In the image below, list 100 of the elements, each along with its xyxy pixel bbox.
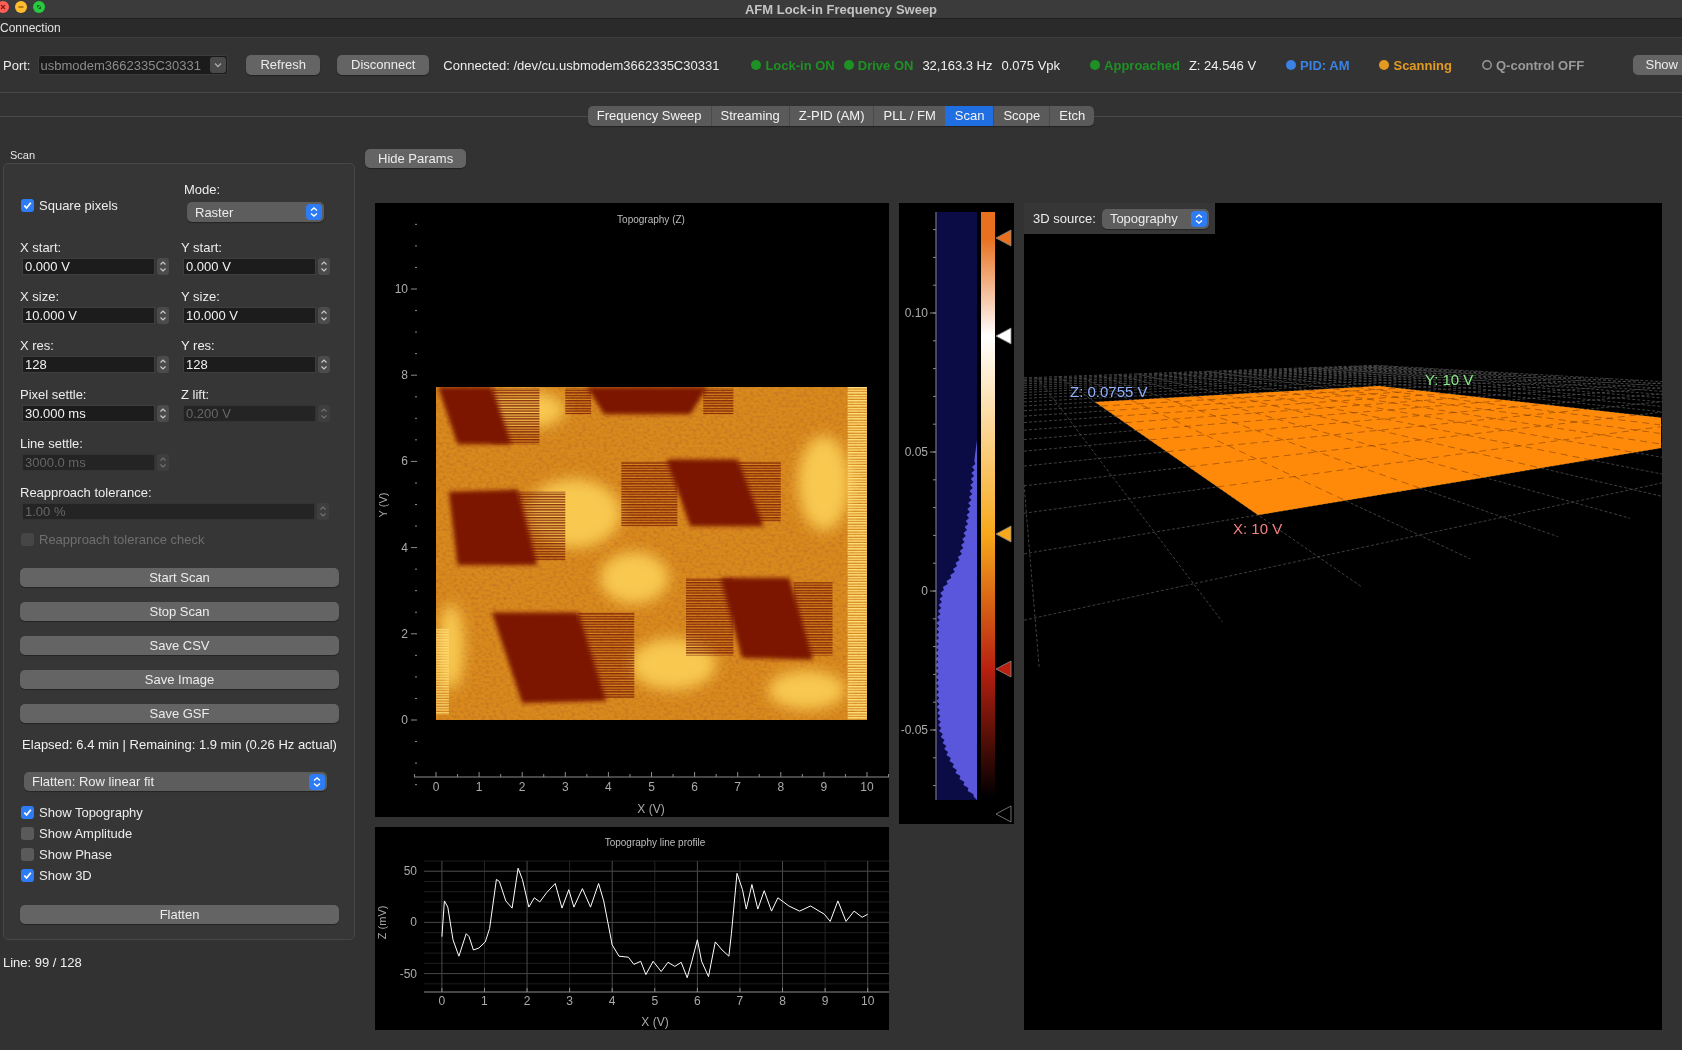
number-field[interactable]: 0.000 V	[183, 258, 316, 275]
axis-title: X (V)	[641, 1015, 669, 1029]
axis-tick-label: 0	[401, 713, 408, 727]
mode-dropdown[interactable]: Raster	[187, 202, 324, 222]
flatten-button[interactable]: Flatten	[20, 905, 339, 924]
spinner-arrows-icon[interactable]	[157, 258, 169, 275]
scan-streak	[703, 388, 734, 415]
axis-label: Y: 10 V	[1425, 371, 1474, 388]
checkbox-label: Show Phase	[39, 847, 112, 862]
status-label: PID: AM	[1300, 57, 1350, 73]
status-label: Approached	[1104, 57, 1180, 73]
checkmark-icon	[23, 871, 32, 880]
status-label: Q-control OFF	[1496, 57, 1585, 73]
axis-label: X: 10 V	[1233, 520, 1283, 537]
axis-tick-label: 6	[694, 994, 701, 1008]
spinner-arrows-icon[interactable]	[318, 356, 330, 373]
gradient-handle-icon[interactable]	[995, 805, 1012, 823]
axis-tick-label: 7	[736, 994, 744, 1008]
field-label: X res:	[20, 338, 54, 353]
close-icon[interactable]	[0, 1, 9, 13]
tab[interactable]: Scan	[944, 106, 994, 126]
tab[interactable]: Streaming	[710, 106, 789, 126]
bright-region	[599, 552, 669, 604]
field-label: Pixel settle:	[20, 387, 87, 402]
action-button[interactable]: Save Image	[20, 670, 339, 689]
axis-tick-label: 0	[438, 994, 446, 1008]
axis-tick-label: 0	[432, 780, 440, 794]
checkbox[interactable]	[21, 827, 34, 840]
action-button[interactable]: Save GSF	[20, 704, 339, 723]
checkbox[interactable]	[21, 806, 34, 819]
checkbox[interactable]	[21, 848, 34, 861]
axis-tick-label: 2	[401, 626, 408, 641]
show-button[interactable]: Show	[1633, 55, 1682, 75]
number-field[interactable]: 128	[183, 356, 316, 373]
spinner-arrows-icon[interactable]	[157, 405, 169, 422]
source-dropdown[interactable]: Topography	[1101, 208, 1209, 229]
chart-title: Topography line profile	[604, 837, 706, 848]
axis-title: X (V)	[637, 802, 665, 816]
axis-tick-label: 0.10	[904, 306, 928, 320]
checkbox[interactable]	[21, 869, 34, 882]
status-reading: 0.075 Vpk	[1001, 57, 1061, 73]
field-label: Y start:	[181, 240, 222, 255]
chevron-down-icon	[210, 57, 227, 73]
axis-tick-label: 0	[921, 584, 928, 598]
field-label: Port:	[3, 57, 31, 73]
checkbox-label: Square pixels	[39, 198, 118, 213]
checkbox-label: Show Amplitude	[39, 826, 133, 841]
connection-status: Connected: /dev/cu.usbmodem3662335C30331	[443, 57, 720, 73]
status-reading: 32,163.3 Hz	[922, 57, 993, 73]
axis-tick-label: 8	[401, 368, 408, 383]
action-button[interactable]: Stop Scan	[20, 602, 339, 621]
status-label: Scanning	[1393, 57, 1452, 73]
axis-tick-label: 0	[410, 915, 417, 930]
field-label: Y size:	[181, 289, 220, 304]
spinner-arrows-icon[interactable]	[318, 258, 330, 275]
zoom-icon[interactable]	[33, 1, 45, 13]
axis-tick-label: 0.05	[904, 445, 928, 459]
toolbar-button[interactable]: Refresh	[246, 55, 320, 75]
axis-tick-label: 8	[779, 994, 786, 1008]
checkbox[interactable]	[21, 199, 34, 212]
number-field[interactable]: 10.000 V	[183, 307, 316, 324]
axis-tick-label: 6	[691, 780, 698, 794]
action-button[interactable]: Save CSV	[20, 636, 339, 655]
axis-tick-label: 10	[860, 780, 874, 794]
spinner-arrows-icon[interactable]	[157, 307, 169, 324]
stepper-icon	[306, 204, 322, 220]
axis-tick-label: 8	[777, 780, 785, 794]
scan-streak	[621, 461, 678, 527]
checkmark-icon	[23, 808, 32, 817]
tab[interactable]: Frequency Sweep	[587, 106, 711, 126]
hide-params-button[interactable]: Hide Params	[365, 149, 467, 168]
tab[interactable]: Scope	[993, 106, 1050, 126]
minimize-icon[interactable]	[15, 1, 27, 13]
stepper-icon	[1190, 210, 1207, 227]
axis-tick-label: 4	[401, 540, 408, 555]
spinner-arrows-icon[interactable]	[157, 356, 169, 373]
axis-tick-label: 10	[394, 282, 408, 296]
flatten-dropdown[interactable]: Flatten: Row linear fit	[24, 772, 327, 791]
status-label: Lock-in ON	[765, 57, 835, 73]
toolbar-button[interactable]: Disconnect	[337, 55, 430, 75]
axis-tick-label: 1	[475, 780, 483, 794]
action-button[interactable]: Start Scan	[20, 568, 339, 587]
axis-label: Z: 0.0755 V	[1070, 383, 1148, 400]
tab[interactable]: Z-PID (AM)	[788, 106, 874, 126]
axis-tick-label: 1	[481, 994, 488, 1008]
tab[interactable]: Etch	[1049, 106, 1095, 126]
number-field[interactable]: 0.000 V	[22, 258, 155, 275]
port-dropdown[interactable]: usbmodem3662335C30331	[38, 55, 229, 75]
group-title: Scan	[10, 148, 36, 162]
axis-tick-label: 10	[861, 994, 875, 1008]
spinner-arrows-icon[interactable]	[318, 307, 330, 324]
field-label: 3D source:	[1033, 211, 1096, 226]
number-field[interactable]: 10.000 V	[22, 307, 155, 324]
axis-tick-label: 4	[605, 780, 612, 794]
number-field[interactable]: 128	[22, 356, 155, 373]
tab[interactable]: PLL / FM	[873, 106, 945, 126]
axis-tick-label: 50	[403, 864, 417, 879]
progress-text: Elapsed: 6.4 min | Remaining: 1.9 min (0.26 Hz actual)	[22, 738, 337, 752]
status-reading: Z: 24.546 V	[1188, 57, 1257, 73]
number-field[interactable]: 30.000 ms	[22, 405, 155, 422]
